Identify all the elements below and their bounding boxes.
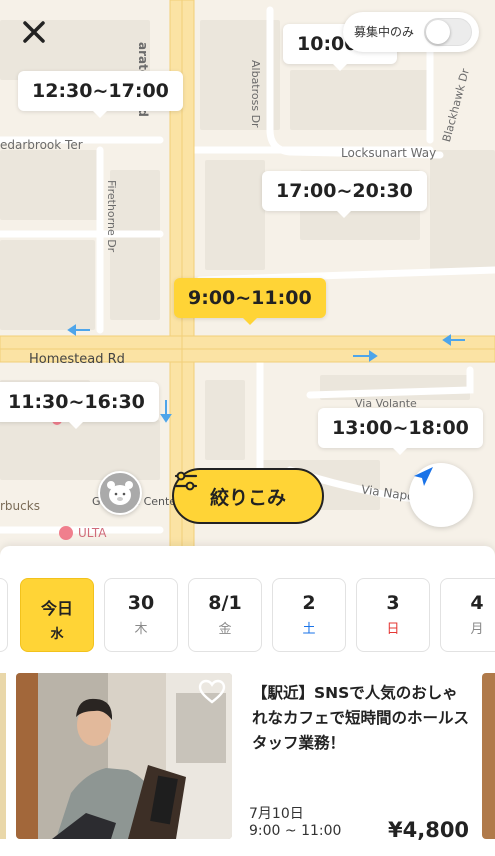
date-selector[interactable]: 今日水 30 木 8/1 金 2 土 3 日 4 月 [0,578,495,652]
date-chip-today[interactable]: 今日水 [20,578,94,652]
toggle-switch[interactable] [424,18,472,46]
location-arrow-icon [414,467,433,486]
date-weekday: 金 [218,622,232,637]
date-number: 今日 [40,599,73,618]
date-chip[interactable]: 8/1 金 [188,578,262,652]
date-number: 3 [386,592,400,614]
map-pin-job[interactable]: 12:30~17:00 [18,71,183,118]
job-date: 7月10日 [249,806,304,822]
close-icon [23,21,45,43]
map-pin-job-selected[interactable]: 9:00~11:00 [174,278,326,325]
filter-button[interactable]: 絞りこみ [172,468,324,524]
date-weekday: 木 [134,622,148,637]
street-label-firethorne: Firethorne Dr [105,180,118,253]
map-pin-job[interactable]: 11:30~16:30 [0,382,159,429]
previous-job-card-peek[interactable] [0,673,6,839]
street-label-homestead: Homestead Rd [29,352,125,367]
recruiting-only-label: 募集中のみ [354,25,415,39]
street-label-albatross: Albatross Dr [249,60,262,128]
date-number: 4 [470,592,484,614]
next-job-card-peek[interactable] [482,673,495,839]
job-card[interactable]: 【駅近】SNSで人気のおしゃれなカフェで短時間のホールスタッフ業務！ 7月10日… [16,673,482,842]
avatar-marker[interactable] [98,471,142,515]
job-list-sheet[interactable]: 今日水 30 木 8/1 金 2 土 3 日 4 月 【駅近】SNSで人気のおしゃれなカフェで短時間… [0,546,495,856]
date-number: 2 [302,592,316,614]
date-chip[interactable]: 30 木 [104,578,178,652]
date-weekday: 水 [50,627,64,642]
date-weekday: 土 [302,622,316,637]
filter-label: 絞りこみ [209,486,286,509]
street-label-locksunart: Locksunart Way [341,146,437,160]
toggle-knob [426,20,450,44]
favorite-heart-icon[interactable] [198,679,226,705]
job-title: 【駅近】SNSで人気のおしゃれなカフェで短時間のホールスタッフ業務！ [252,684,470,752]
map[interactable]: aratoga Rd edarbrook Ter Firethorne Dr A… [0,0,495,560]
date-chip[interactable]: 2土 [272,578,346,652]
poi-label-ulta: ULTA [78,526,107,540]
current-location-button[interactable] [409,463,473,527]
poi-label-starbucks: rbucks [0,499,40,513]
sliders-icon [174,471,198,491]
date-weekday: 日 [386,622,400,637]
date-chip[interactable]: 3日 [356,578,430,652]
job-price: ¥4,800 [388,818,470,842]
recruiting-only-toggle[interactable]: 募集中のみ [343,12,479,52]
date-weekday: 月 [470,622,484,637]
bear-icon [107,481,133,505]
close-button[interactable] [16,14,52,50]
job-time: 9:00 ~ 11:00 [249,823,342,839]
date-number: 8/1 [208,592,242,614]
date-chip-previous[interactable] [0,578,8,652]
date-number: 30 [127,592,155,614]
street-label-cedarbrook: edarbrook Ter [0,138,83,152]
map-pin-job[interactable]: 17:00~20:30 [262,171,427,218]
date-chip[interactable]: 4月 [440,578,495,652]
map-pin-job[interactable]: 13:00~18:00 [318,408,483,455]
